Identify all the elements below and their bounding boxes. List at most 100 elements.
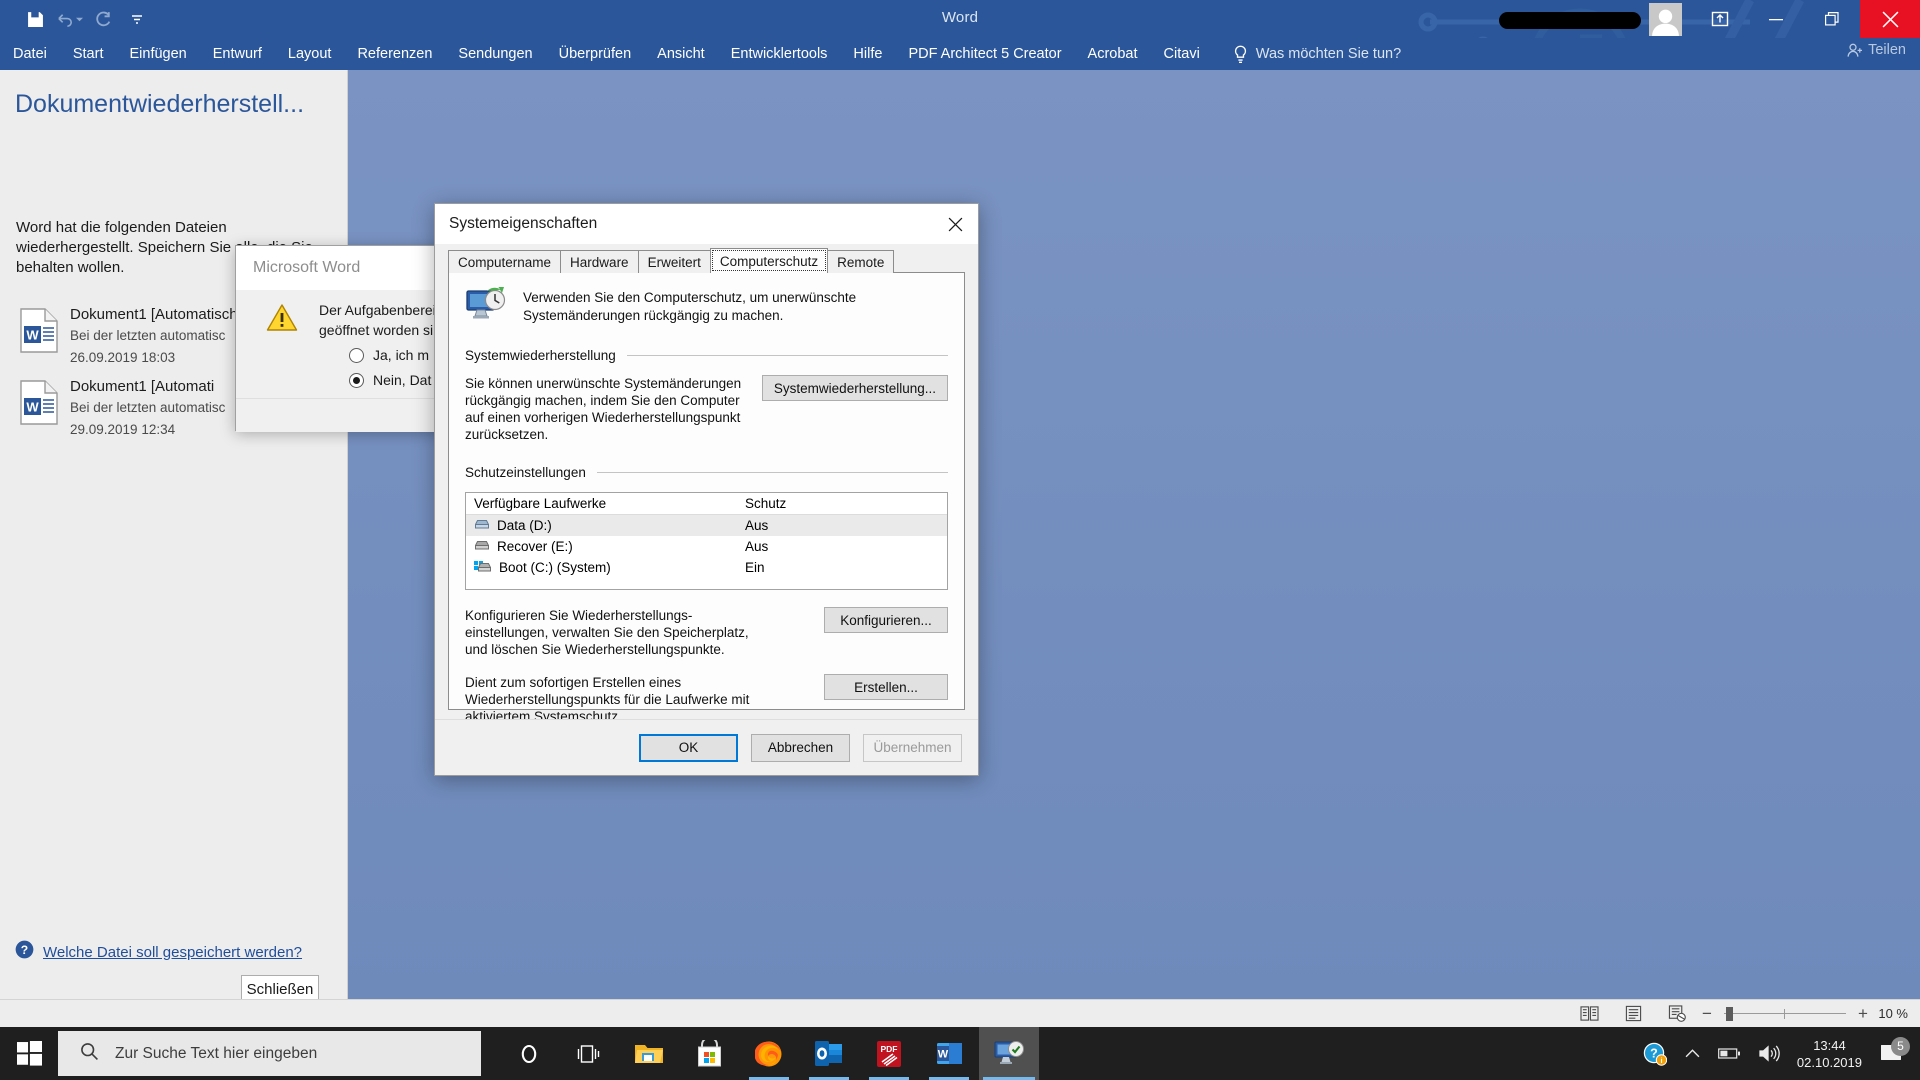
close-icon[interactable] <box>1860 0 1920 38</box>
clock-time: 13:44 <box>1797 1037 1862 1054</box>
cancel-button[interactable]: Abbrechen <box>751 734 850 762</box>
konfigurieren-button[interactable]: Konfigurieren... <box>824 607 948 633</box>
zoom-in-button[interactable]: + <box>1856 1004 1870 1024</box>
cortana-icon[interactable] <box>499 1027 559 1080</box>
drive-protection-state: Ein <box>737 560 765 575</box>
tab-erweitert[interactable]: Erweitert <box>638 250 711 273</box>
available-drives-list[interactable]: Verfügbare Laufwerke Schutz Data (D:) <box>465 492 948 590</box>
tab-remote[interactable]: Remote <box>827 250 894 273</box>
system-protection-icon <box>465 287 507 328</box>
battery-icon[interactable] <box>1709 1047 1750 1060</box>
zoom-track-line <box>1724 1013 1846 1014</box>
erstellen-button[interactable]: Erstellen... <box>824 674 948 700</box>
word-status-bar: − + 10 % <box>0 999 1920 1027</box>
schutzeinstellungen-label: Schutzeinstellungen <box>465 465 586 480</box>
windows-start-icon[interactable] <box>0 1027 58 1080</box>
ribbon-tab-referenzen[interactable]: Referenzen <box>344 38 445 70</box>
zoom-slider[interactable]: − + <box>1700 1004 1870 1024</box>
drive-icon <box>474 518 490 534</box>
search-input[interactable]: Zur Suche Text hier eingeben <box>58 1031 481 1076</box>
recovery-help-link-row[interactable]: ? Welche Datei soll gespeichert werden? <box>15 940 302 964</box>
action-center-icon[interactable]: 5 <box>1874 1044 1914 1064</box>
drive-row-data-d[interactable]: Data (D:) Aus <box>466 515 947 536</box>
erstellen-row: Dient zum sofortigen Erstellen eines Wie… <box>465 674 948 725</box>
drive-icon <box>474 539 490 555</box>
read-mode-icon[interactable] <box>1580 1005 1599 1022</box>
restore-icon[interactable] <box>1804 0 1860 38</box>
system-properties-icon[interactable] <box>979 1027 1039 1080</box>
taskbar-icons: PDF W <box>499 1027 1039 1080</box>
ribbon-tab-entwurf[interactable]: Entwurf <box>200 38 275 70</box>
window-controls <box>1499 0 1920 38</box>
avatar[interactable] <box>1649 3 1682 36</box>
ok-button[interactable]: OK <box>639 734 738 762</box>
systemwiederherstellung-group-heading: Systemwiederherstellung <box>465 348 948 363</box>
word-message-radio-no[interactable]: Nein, Dat <box>349 372 431 388</box>
svg-text:W: W <box>937 1049 948 1061</box>
ribbon-tab-ueberpruefen[interactable]: Überprüfen <box>546 38 645 70</box>
ribbon-tab-pdf-architect[interactable]: PDF Architect 5 Creator <box>895 38 1074 70</box>
web-layout-icon[interactable] <box>1668 1005 1687 1023</box>
word-document-icon: W <box>20 308 58 358</box>
systemwiederherstellung-label: Systemwiederherstellung <box>465 348 616 363</box>
tab-hardware[interactable]: Hardware <box>560 250 639 273</box>
tell-me-search[interactable]: Was möchten Sie tun? <box>1213 45 1401 64</box>
ribbon-tab-datei[interactable]: Datei <box>0 38 60 70</box>
word-message-radio-yes[interactable]: Ja, ich m <box>349 347 429 363</box>
tab-computerschutz[interactable]: Computerschutz <box>710 248 828 273</box>
ribbon-tab-entwicklertools[interactable]: Entwicklertools <box>718 38 841 70</box>
close-icon[interactable] <box>932 204 978 244</box>
recovery-pane-title: Dokumentwiederherstell... <box>15 90 335 119</box>
recovered-file-detail: Bei der letzten automatisc <box>70 400 225 415</box>
zoom-track[interactable] <box>1724 1007 1846 1021</box>
ribbon-tab-ansicht[interactable]: Ansicht <box>644 38 718 70</box>
task-view-icon[interactable] <box>559 1027 619 1080</box>
svg-text:W: W <box>26 400 39 415</box>
chevron-up-icon[interactable] <box>1676 1048 1709 1059</box>
word-message-radio-yes-label: Ja, ich m <box>373 347 429 363</box>
zoom-level-label[interactable]: 10 % <box>1876 1006 1920 1021</box>
share-button[interactable]: Teilen <box>1847 42 1906 58</box>
svg-text:PDF: PDF <box>881 1044 898 1054</box>
systemwiederherstellung-button[interactable]: Systemwiederherstellung... <box>762 375 948 401</box>
ribbon-tab-einfuegen[interactable]: Einfügen <box>116 38 199 70</box>
outlook-icon[interactable] <box>799 1027 859 1080</box>
zoom-thumb[interactable] <box>1726 1007 1733 1021</box>
ribbon-tab-layout[interactable]: Layout <box>275 38 345 70</box>
drive-protection-state: Aus <box>737 518 768 533</box>
system-tray: ? i 13:44 02.10.2019 <box>1634 1027 1920 1080</box>
zoom-out-button[interactable]: − <box>1700 1004 1714 1024</box>
ribbon-tab-citavi[interactable]: Citavi <box>1151 38 1213 70</box>
ribbon-tab-bar[interactable]: Datei Start Einfügen Entwurf Layout Refe… <box>0 38 1920 70</box>
system-properties-title: Systemeigenschaften <box>449 215 597 233</box>
ribbon-tab-acrobat[interactable]: Acrobat <box>1075 38 1151 70</box>
systemwiederherstellung-row: Sie können unerwünschte Systemänderungen… <box>465 375 948 443</box>
clock-date: 02.10.2019 <box>1797 1054 1862 1071</box>
tab-computername[interactable]: Computername <box>448 250 561 273</box>
word-icon[interactable]: W <box>919 1027 979 1080</box>
recovery-help-link[interactable]: Welche Datei soll gespeichert werden? <box>43 944 302 961</box>
ribbon-tab-sendungen[interactable]: Sendungen <box>445 38 545 70</box>
word-message-radio-no-label: Nein, Dat <box>373 372 431 388</box>
volume-icon[interactable] <box>1750 1045 1789 1062</box>
pdf-architect-icon[interactable]: PDF <box>859 1027 919 1080</box>
file-explorer-icon[interactable] <box>619 1027 679 1080</box>
drive-row-boot-c[interactable]: Boot (C:) (System) Ein <box>466 557 947 578</box>
microsoft-store-icon[interactable] <box>679 1027 739 1080</box>
help-icon[interactable]: ? i <box>1634 1042 1676 1066</box>
print-layout-icon[interactable] <box>1625 1005 1642 1022</box>
share-label: Teilen <box>1868 42 1906 58</box>
ribbon-display-options-icon[interactable] <box>1692 0 1748 38</box>
word-title-bar: Word <box>0 0 1920 38</box>
radio-unselected-icon[interactable] <box>349 348 364 363</box>
radio-selected-icon[interactable] <box>349 373 364 388</box>
ribbon-tab-hilfe[interactable]: Hilfe <box>840 38 895 70</box>
divider <box>597 472 948 473</box>
ribbon-tab-start[interactable]: Start <box>60 38 117 70</box>
drive-row-recover-e[interactable]: Recover (E:) Aus <box>466 536 947 557</box>
firefox-icon[interactable] <box>739 1027 799 1080</box>
system-properties-tabs[interactable]: Computername Hardware Erweitert Computer… <box>448 248 965 273</box>
minimize-icon[interactable] <box>1748 0 1804 38</box>
lightbulb-icon <box>1233 45 1248 64</box>
taskbar-clock[interactable]: 13:44 02.10.2019 <box>1789 1037 1874 1071</box>
